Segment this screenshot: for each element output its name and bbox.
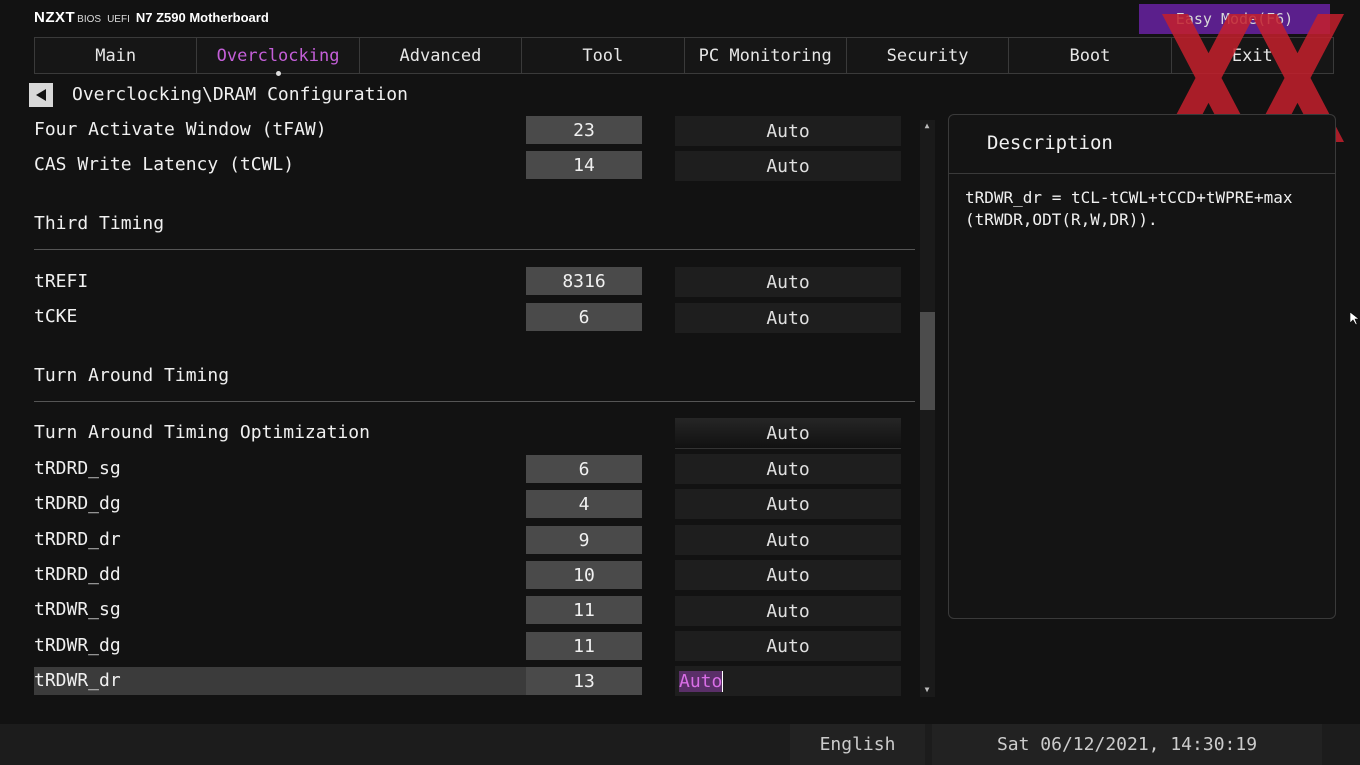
- trdrd-sg-value[interactable]: 6: [526, 455, 642, 483]
- description-text: tRDWR_dr = tCL-tCWL+tCCD+tWPRE+max(tRWDR…: [965, 188, 1293, 229]
- trdrd-dr-label: tRDRD_dr: [34, 529, 121, 550]
- trdrd-dd-value[interactable]: 10: [526, 561, 642, 589]
- scrollbar-thumb[interactable]: [920, 312, 935, 410]
- trdwr-sg-mode[interactable]: Auto: [675, 596, 901, 626]
- tab-overclocking[interactable]: Overclocking: [197, 38, 360, 76]
- trdrd-dd-label: tRDRD_dd: [34, 564, 121, 585]
- back-button[interactable]: [29, 83, 53, 107]
- trefi-value[interactable]: 8316: [526, 267, 642, 295]
- trefi-label: tREFI: [34, 271, 89, 292]
- trdwr-dr-mode-text: Auto: [679, 670, 724, 692]
- mouse-cursor-icon: [1350, 312, 1360, 326]
- tab-boot[interactable]: Boot: [1009, 38, 1172, 73]
- tab-security[interactable]: Security: [846, 38, 1010, 73]
- main-tabs: Main Overclocking Advanced Tool PC Monit…: [34, 37, 1334, 76]
- breadcrumb: Overclocking\DRAM Configuration: [72, 84, 408, 105]
- description-panel: Description tRDWR_dr = tCL-tCWL+tCCD+tWP…: [948, 114, 1336, 619]
- trdrd-dr-value[interactable]: 9: [526, 526, 642, 554]
- scroll-up-icon[interactable]: ▲: [923, 122, 931, 130]
- scroll-down-icon[interactable]: ▼: [923, 686, 931, 694]
- tfaw-mode[interactable]: Auto: [675, 116, 901, 146]
- trdwr-dr-value[interactable]: 13: [526, 667, 642, 695]
- trdrd-sg-label: tRDRD_sg: [34, 458, 121, 479]
- tfaw-label: Four Activate Window (tFAW): [34, 119, 327, 140]
- section-divider: [34, 249, 915, 250]
- trdwr-dg-value[interactable]: 11: [526, 632, 642, 660]
- tfaw-value[interactable]: 23: [526, 116, 642, 144]
- tat-optimization-label: Turn Around Timing Optimization: [34, 422, 370, 443]
- brand-logo: NZXT BIOS UEFI N7 Z590 Motherboard: [34, 9, 269, 29]
- tcwl-label: CAS Write Latency (tCWL): [34, 154, 295, 175]
- tat-optimization-dropdown[interactable]: Auto: [675, 418, 901, 449]
- tcke-mode[interactable]: Auto: [675, 303, 901, 333]
- description-title: Description: [987, 132, 1113, 154]
- easy-mode-button[interactable]: Easy Mode(F6): [1139, 4, 1330, 34]
- trdwr-dg-label: tRDWR_dg: [34, 635, 121, 656]
- trdrd-dg-label: tRDRD_dg: [34, 493, 121, 514]
- trdrd-dg-value[interactable]: 4: [526, 490, 642, 518]
- brand-bios: BIOS: [77, 14, 102, 25]
- tab-tool[interactable]: Tool: [522, 38, 685, 73]
- trdwr-dg-mode[interactable]: Auto: [675, 631, 901, 661]
- trdrd-dd-mode[interactable]: Auto: [675, 560, 901, 590]
- trdwr-sg-label: tRDWR_sg: [34, 599, 121, 620]
- tcke-label: tCKE: [34, 306, 78, 327]
- tab-exit[interactable]: Exit: [1171, 38, 1333, 73]
- brand-uefi: UEFI: [107, 14, 130, 25]
- trdwr-dr-mode[interactable]: Auto: [675, 666, 901, 696]
- trdrd-sg-mode[interactable]: Auto: [675, 454, 901, 484]
- section-turn-around-timing: Turn Around Timing: [34, 365, 230, 386]
- motherboard-model: N7 Z590 Motherboard: [135, 10, 269, 25]
- trdrd-dr-mode[interactable]: Auto: [675, 525, 901, 555]
- section-third-timing: Third Timing: [34, 213, 165, 234]
- trdwr-dr-label: tRDWR_dr: [34, 670, 121, 691]
- tcwl-mode[interactable]: Auto: [675, 151, 901, 181]
- brand-name: NZXT: [34, 9, 76, 26]
- trdwr-sg-value[interactable]: 11: [526, 596, 642, 624]
- back-arrow-icon: [36, 89, 46, 101]
- trefi-mode[interactable]: Auto: [675, 267, 901, 297]
- tab-main[interactable]: Main: [35, 38, 198, 73]
- tab-pc-monitoring[interactable]: PC Monitoring: [684, 38, 847, 73]
- datetime-display: Sat 06/12/2021, 14:30:19: [932, 724, 1322, 765]
- tcke-value[interactable]: 6: [526, 303, 642, 331]
- section-divider: [34, 401, 915, 402]
- tab-advanced[interactable]: Advanced: [359, 38, 523, 73]
- language-selector[interactable]: English: [790, 724, 925, 765]
- description-header: Description: [949, 115, 1335, 174]
- tcwl-value[interactable]: 14: [526, 151, 642, 179]
- trdrd-dg-mode[interactable]: Auto: [675, 489, 901, 519]
